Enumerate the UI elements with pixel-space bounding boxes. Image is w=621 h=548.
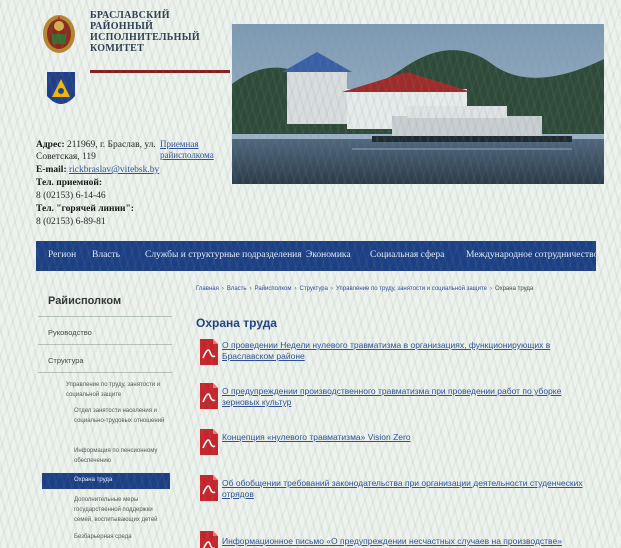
header-divider bbox=[90, 70, 230, 73]
email-label: E-mail: bbox=[36, 165, 67, 175]
document-link[interactable]: Об обобщении требований законодательства… bbox=[222, 478, 594, 500]
phone-value: 8 (02153) 6-14-46 bbox=[36, 191, 106, 201]
document-link[interactable]: О предупреждении производственного травм… bbox=[222, 386, 594, 408]
sidebar-divider bbox=[38, 372, 172, 373]
header-banner-photo bbox=[232, 24, 604, 184]
pdf-icon bbox=[200, 339, 218, 365]
sidebar-item-structure[interactable]: Структура bbox=[48, 356, 84, 365]
reception-link[interactable]: Приемная райисполкома bbox=[160, 139, 214, 161]
nav-item-services[interactable]: Службы и структурные подразделения bbox=[145, 250, 302, 260]
sidebar-sub-labor-safety[interactable]: Охрана труда bbox=[74, 477, 112, 483]
breadcrumb-current: Охрана труда bbox=[494, 286, 534, 292]
sidebar-sub-pension[interactable]: Информация по пенсионному обеспечению bbox=[74, 446, 170, 466]
sidebar-divider bbox=[38, 316, 172, 317]
breadcrumb: Главная › Власть › Райисполком › Структура › Упр… bbox=[196, 286, 534, 292]
email-link[interactable]: rickbraslav@vitebsk.by bbox=[69, 165, 159, 175]
document-link[interactable]: О проведении Недели нулевого травматизма… bbox=[222, 340, 594, 362]
document-link[interactable]: Концепция «нулевого травматизма» Vision … bbox=[222, 432, 594, 443]
sidebar-sub-labor-dept[interactable]: Управление по труду, занятости и социаль… bbox=[66, 380, 170, 400]
address-label: Адрес: bbox=[36, 140, 65, 150]
nav-item-power[interactable]: Власть bbox=[92, 250, 120, 260]
nav-item-region[interactable]: Регион bbox=[48, 250, 76, 260]
breadcrumb-item[interactable]: Райисполком bbox=[255, 286, 292, 292]
sidebar-sub-family-support[interactable]: Дополнительные меры государственной подд… bbox=[74, 495, 170, 525]
address-value-2: Советская, 119 bbox=[36, 152, 96, 162]
sidebar-sub-employment[interactable]: Отдел занятости населения и социально-тр… bbox=[74, 406, 170, 426]
main-nav: Регион Власть Службы и структурные подра… bbox=[36, 241, 598, 271]
breadcrumb-item[interactable]: Структура bbox=[300, 286, 328, 292]
sidebar-divider bbox=[38, 344, 172, 345]
pdf-icon bbox=[200, 429, 218, 455]
breadcrumb-item[interactable]: Управление по труду, занятости и социаль… bbox=[336, 286, 487, 292]
org-name-line-4: КОМИТЕТ bbox=[90, 43, 145, 54]
pdf-icon bbox=[200, 475, 218, 501]
sidebar-sub-barrier-free[interactable]: Безбарьерная среда bbox=[74, 532, 170, 542]
email-line: E-mail: rickbraslav@vitebsk.by bbox=[36, 164, 159, 176]
phone-label: Тел. приемной: bbox=[36, 178, 103, 188]
sidebar-item-leadership[interactable]: Руководство bbox=[48, 328, 92, 337]
hotline-label: Тел. "горячей линии": bbox=[36, 204, 134, 214]
nav-item-social[interactable]: Социальная сфера bbox=[370, 250, 444, 260]
emergency-emblem-icon bbox=[47, 72, 75, 104]
org-name-line-1: БРАСЛАВСКИЙ bbox=[90, 10, 170, 21]
breadcrumb-item[interactable]: Главная bbox=[196, 286, 219, 292]
breadcrumb-item[interactable]: Власть bbox=[227, 286, 247, 292]
browser-screen: БРАСЛАВСКИЙ РАЙОННЫЙ ИСПОЛНИТЕЛЬНЫЙ КОМИ… bbox=[0, 0, 621, 548]
nav-item-economy[interactable]: Экономика bbox=[306, 250, 351, 260]
address-value-1: 211969, г. Браслав, ул. bbox=[67, 140, 156, 150]
hotline-value: 8 (02153) 6-89-81 bbox=[36, 217, 106, 227]
pdf-icon bbox=[200, 383, 218, 409]
address-line-1: Адрес: 211969, г. Браслав, ул. bbox=[36, 139, 156, 151]
page-title: Охрана труда bbox=[196, 316, 277, 330]
pdf-icon bbox=[200, 531, 218, 548]
coat-of-arms-icon bbox=[43, 15, 75, 53]
nav-item-international[interactable]: Международное сотрудничество bbox=[466, 250, 598, 260]
sidebar-title: Райисполком bbox=[48, 295, 122, 307]
org-name-line-2: РАЙОННЫЙ bbox=[90, 21, 154, 32]
org-name-line-3: ИСПОЛНИТЕЛЬНЫЙ bbox=[90, 32, 200, 43]
document-link[interactable]: Информационное письмо «О предупреждении … bbox=[222, 536, 594, 547]
